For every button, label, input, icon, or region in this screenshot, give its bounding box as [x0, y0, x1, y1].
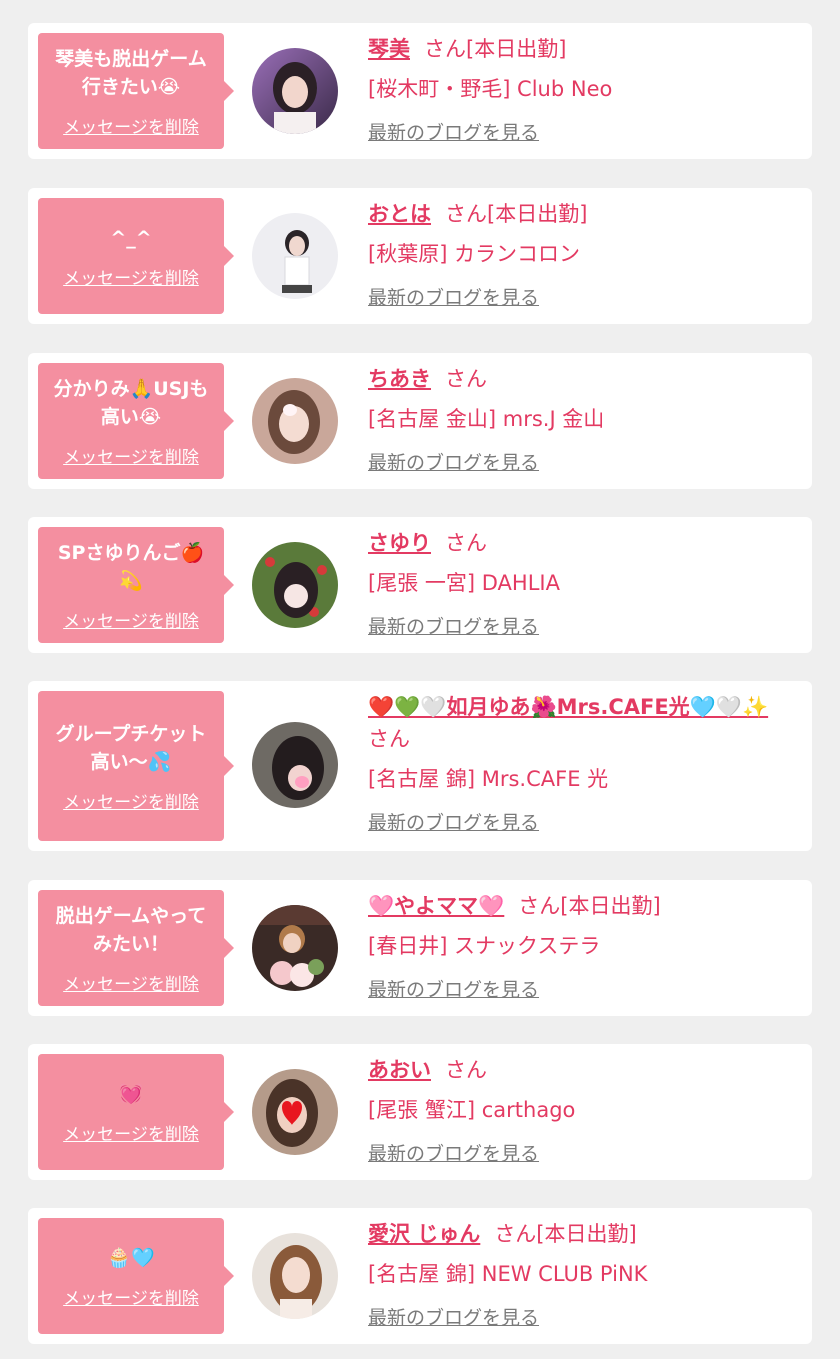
- message-bubble: ^_^ メッセージを削除: [38, 198, 234, 314]
- list-item: 分かりみ🙏USJも 高い😭 メッセージを削除 ちあき さん [名古屋 金山] mr…: [28, 353, 812, 489]
- message-text: 🧁🩵: [107, 1246, 155, 1269]
- cast-name-link[interactable]: 愛沢 じゅん: [368, 1222, 480, 1246]
- list-item: ^_^ メッセージを削除 おとは さん[本日出勤] [秋葉原] カランコロン 最新…: [28, 188, 812, 324]
- delete-message-link[interactable]: メッセージを削除: [63, 970, 199, 995]
- name-suffix: さん: [445, 531, 487, 555]
- delete-message-link[interactable]: メッセージを削除: [63, 113, 199, 138]
- shop-info: [名古屋 金山] mrs.J 金山: [368, 407, 605, 431]
- avatar[interactable]: [252, 905, 338, 991]
- cast-name-link[interactable]: 琴美: [368, 37, 410, 61]
- delete-message-link[interactable]: メッセージを削除: [63, 264, 199, 289]
- avatar[interactable]: [252, 48, 338, 134]
- message-text: ^_^: [110, 226, 152, 249]
- cast-info: さゆり さん [尾張 一宮] DAHLIA 最新のブログを見る: [368, 527, 788, 641]
- latest-blog-link[interactable]: 最新のブログを見る: [368, 976, 539, 1004]
- shop-info: [名古屋 錦] NEW CLUB PiNK: [368, 1262, 648, 1286]
- shop-info: [春日井] スナックステラ: [368, 934, 601, 958]
- cast-info: 🩷やよママ🩷 さん[本日出勤] [春日井] スナックステラ 最新のブログを見る: [368, 890, 788, 1004]
- cast-name-link[interactable]: さゆり: [368, 531, 431, 555]
- message-bubble: 脱出ゲームやって みたい！ メッセージを削除: [38, 890, 234, 1006]
- latest-blog-link[interactable]: 最新のブログを見る: [368, 613, 539, 641]
- message-text: 💓: [119, 1082, 143, 1105]
- cast-name-link[interactable]: おとは: [368, 202, 431, 226]
- list-item: 🧁🩵 メッセージを削除 愛沢 じゅん さん[本日出勤] [名古屋 錦] NEW C…: [28, 1208, 812, 1344]
- avatar[interactable]: [252, 1233, 338, 1319]
- cast-info: 琴美 さん[本日出勤] [桜木町・野毛] Club Neo 最新のブログを見る: [368, 33, 788, 147]
- message-bubble: 💓 メッセージを削除: [38, 1054, 234, 1170]
- delete-message-link[interactable]: メッセージを削除: [63, 443, 199, 468]
- latest-blog-link[interactable]: 最新のブログを見る: [368, 1304, 539, 1332]
- avatar[interactable]: [252, 1069, 338, 1155]
- avatar[interactable]: [252, 542, 338, 628]
- avatar[interactable]: [252, 213, 338, 299]
- list-item: 💓 メッセージを削除 あおい さん [尾張 蟹江] carthago 最新のブログ…: [28, 1044, 812, 1180]
- message-text: 琴美も脱出ゲーム 行きたい😭: [55, 47, 207, 98]
- cast-name-link[interactable]: ちあき: [368, 367, 431, 391]
- list-item: 脱出ゲームやって みたい！ メッセージを削除 🩷やよママ🩷 さん[本日出勤] [春…: [28, 880, 812, 1016]
- delete-message-link[interactable]: メッセージを削除: [63, 607, 199, 632]
- avatar[interactable]: [252, 378, 338, 464]
- cast-info: おとは さん[本日出勤] [秋葉原] カランコロン 最新のブログを見る: [368, 198, 788, 312]
- favorite-list: 琴美も脱出ゲーム 行きたい😭 メッセージを削除 琴美 さん[本日出勤] [桜木町・…: [0, 0, 840, 1359]
- name-suffix: さん[本日出勤]: [424, 37, 567, 61]
- latest-blog-link[interactable]: 最新のブログを見る: [368, 119, 539, 147]
- cast-info: ❤️💚🤍如月ゆあ🌺Mrs.CAFE光🩵🤍✨ さん [名古屋 錦] Mrs.CAFE…: [368, 691, 788, 837]
- list-item: グループチケット 高い〜💦 メッセージを削除 ❤️💚🤍如月ゆあ🌺Mrs.CAFE…: [28, 681, 812, 851]
- message-bubble: 分かりみ🙏USJも 高い😭 メッセージを削除: [38, 363, 234, 479]
- name-suffix: さん: [445, 1058, 487, 1082]
- latest-blog-link[interactable]: 最新のブログを見る: [368, 1140, 539, 1168]
- cast-info: ちあき さん [名古屋 金山] mrs.J 金山 最新のブログを見る: [368, 363, 788, 477]
- message-text: グループチケット 高い〜💦: [55, 722, 207, 773]
- message-bubble: 🧁🩵 メッセージを削除: [38, 1218, 234, 1334]
- delete-message-link[interactable]: メッセージを削除: [63, 1284, 199, 1309]
- list-item: 琴美も脱出ゲーム 行きたい😭 メッセージを削除 琴美 さん[本日出勤] [桜木町・…: [28, 23, 812, 159]
- cast-name-link[interactable]: あおい: [368, 1058, 431, 1082]
- shop-info: [尾張 蟹江] carthago: [368, 1098, 576, 1122]
- cast-info: あおい さん [尾張 蟹江] carthago 最新のブログを見る: [368, 1054, 788, 1168]
- delete-message-link[interactable]: メッセージを削除: [63, 788, 199, 813]
- name-suffix: さん: [368, 727, 410, 751]
- cast-name-link[interactable]: ❤️💚🤍如月ゆあ🌺Mrs.CAFE光🩵🤍✨: [368, 695, 768, 719]
- cast-name-link[interactable]: 🩷やよママ🩷: [368, 894, 504, 918]
- cast-info: 愛沢 じゅん さん[本日出勤] [名古屋 錦] NEW CLUB PiNK 最新の…: [368, 1218, 788, 1332]
- name-suffix: さん: [445, 367, 487, 391]
- avatar[interactable]: [252, 722, 338, 808]
- message-text: 脱出ゲームやって みたい！: [55, 904, 207, 955]
- message-bubble: 琴美も脱出ゲーム 行きたい😭 メッセージを削除: [38, 33, 234, 149]
- latest-blog-link[interactable]: 最新のブログを見る: [368, 284, 539, 312]
- message-text: SPさゆりんご🍎 💫: [57, 541, 205, 592]
- shop-info: [名古屋 錦] Mrs.CAFE 光: [368, 767, 609, 791]
- latest-blog-link[interactable]: 最新のブログを見る: [368, 809, 539, 837]
- shop-info: [秋葉原] カランコロン: [368, 242, 581, 266]
- list-item: SPさゆりんご🍎 💫 メッセージを削除 さゆり さん [尾張 一宮] DAHLIA…: [28, 517, 812, 653]
- message-text: 分かりみ🙏USJも 高い😭: [53, 377, 209, 428]
- message-bubble: SPさゆりんご🍎 💫 メッセージを削除: [38, 527, 234, 643]
- shop-info: [桜木町・野毛] Club Neo: [368, 77, 613, 101]
- latest-blog-link[interactable]: 最新のブログを見る: [368, 449, 539, 477]
- name-suffix: さん[本日出勤]: [494, 1222, 637, 1246]
- name-suffix: さん[本日出勤]: [518, 894, 661, 918]
- name-suffix: さん[本日出勤]: [445, 202, 588, 226]
- shop-info: [尾張 一宮] DAHLIA: [368, 571, 560, 595]
- delete-message-link[interactable]: メッセージを削除: [63, 1120, 199, 1145]
- message-bubble: グループチケット 高い〜💦 メッセージを削除: [38, 691, 234, 841]
